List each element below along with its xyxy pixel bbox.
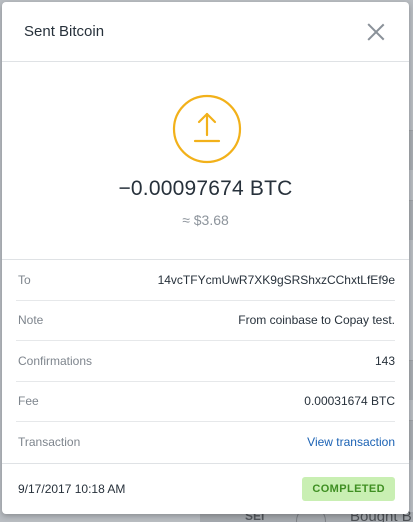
transaction-detail-modal: Sent Bitcoin −0.00097674 BTC ≈ $3.68 To … xyxy=(2,2,409,514)
transaction-details: To 14vcTFYcmUwR7XK9gSRShxzCChxtLfEf9e No… xyxy=(2,260,409,463)
view-transaction-link[interactable]: View transaction xyxy=(307,435,395,449)
detail-row-transaction: Transaction View transaction xyxy=(16,422,395,463)
detail-row-to: To 14vcTFYcmUwR7XK9gSRShxzCChxtLfEf9e xyxy=(16,260,395,301)
transaction-date: 9/17/2017 10:18 AM xyxy=(18,482,126,496)
transaction-summary: −0.00097674 BTC ≈ $3.68 xyxy=(2,62,409,260)
modal-title: Sent Bitcoin xyxy=(24,23,105,40)
status-badge: COMPLETED xyxy=(302,477,395,501)
detail-row-fee: Fee 0.00031674 BTC xyxy=(16,382,395,422)
detail-label: Confirmations xyxy=(18,353,93,368)
detail-label: Note xyxy=(18,313,44,328)
detail-label: Fee xyxy=(18,394,39,409)
upload-arrow-icon xyxy=(172,94,242,164)
close-icon[interactable] xyxy=(365,21,387,43)
note-value: From coinbase to Copay test. xyxy=(238,313,395,328)
amount-usd: ≈ $3.68 xyxy=(182,212,229,228)
confirmations-value: 143 xyxy=(374,353,395,368)
detail-row-confirmations: Confirmations 143 xyxy=(16,341,395,382)
amount-btc: −0.00097674 BTC xyxy=(118,177,293,200)
modal-footer: 9/17/2017 10:18 AM COMPLETED xyxy=(2,463,409,514)
detail-row-note: Note From coinbase to Copay test. xyxy=(16,301,395,341)
detail-label: To xyxy=(18,272,31,287)
modal-header: Sent Bitcoin xyxy=(2,2,409,62)
fee-value: 0.00031674 BTC xyxy=(304,394,395,409)
detail-label: Transaction xyxy=(18,435,81,450)
recipient-address: 14vcTFYcmUwR7XK9gSRShxzCChxtLfEf9e xyxy=(157,272,395,287)
